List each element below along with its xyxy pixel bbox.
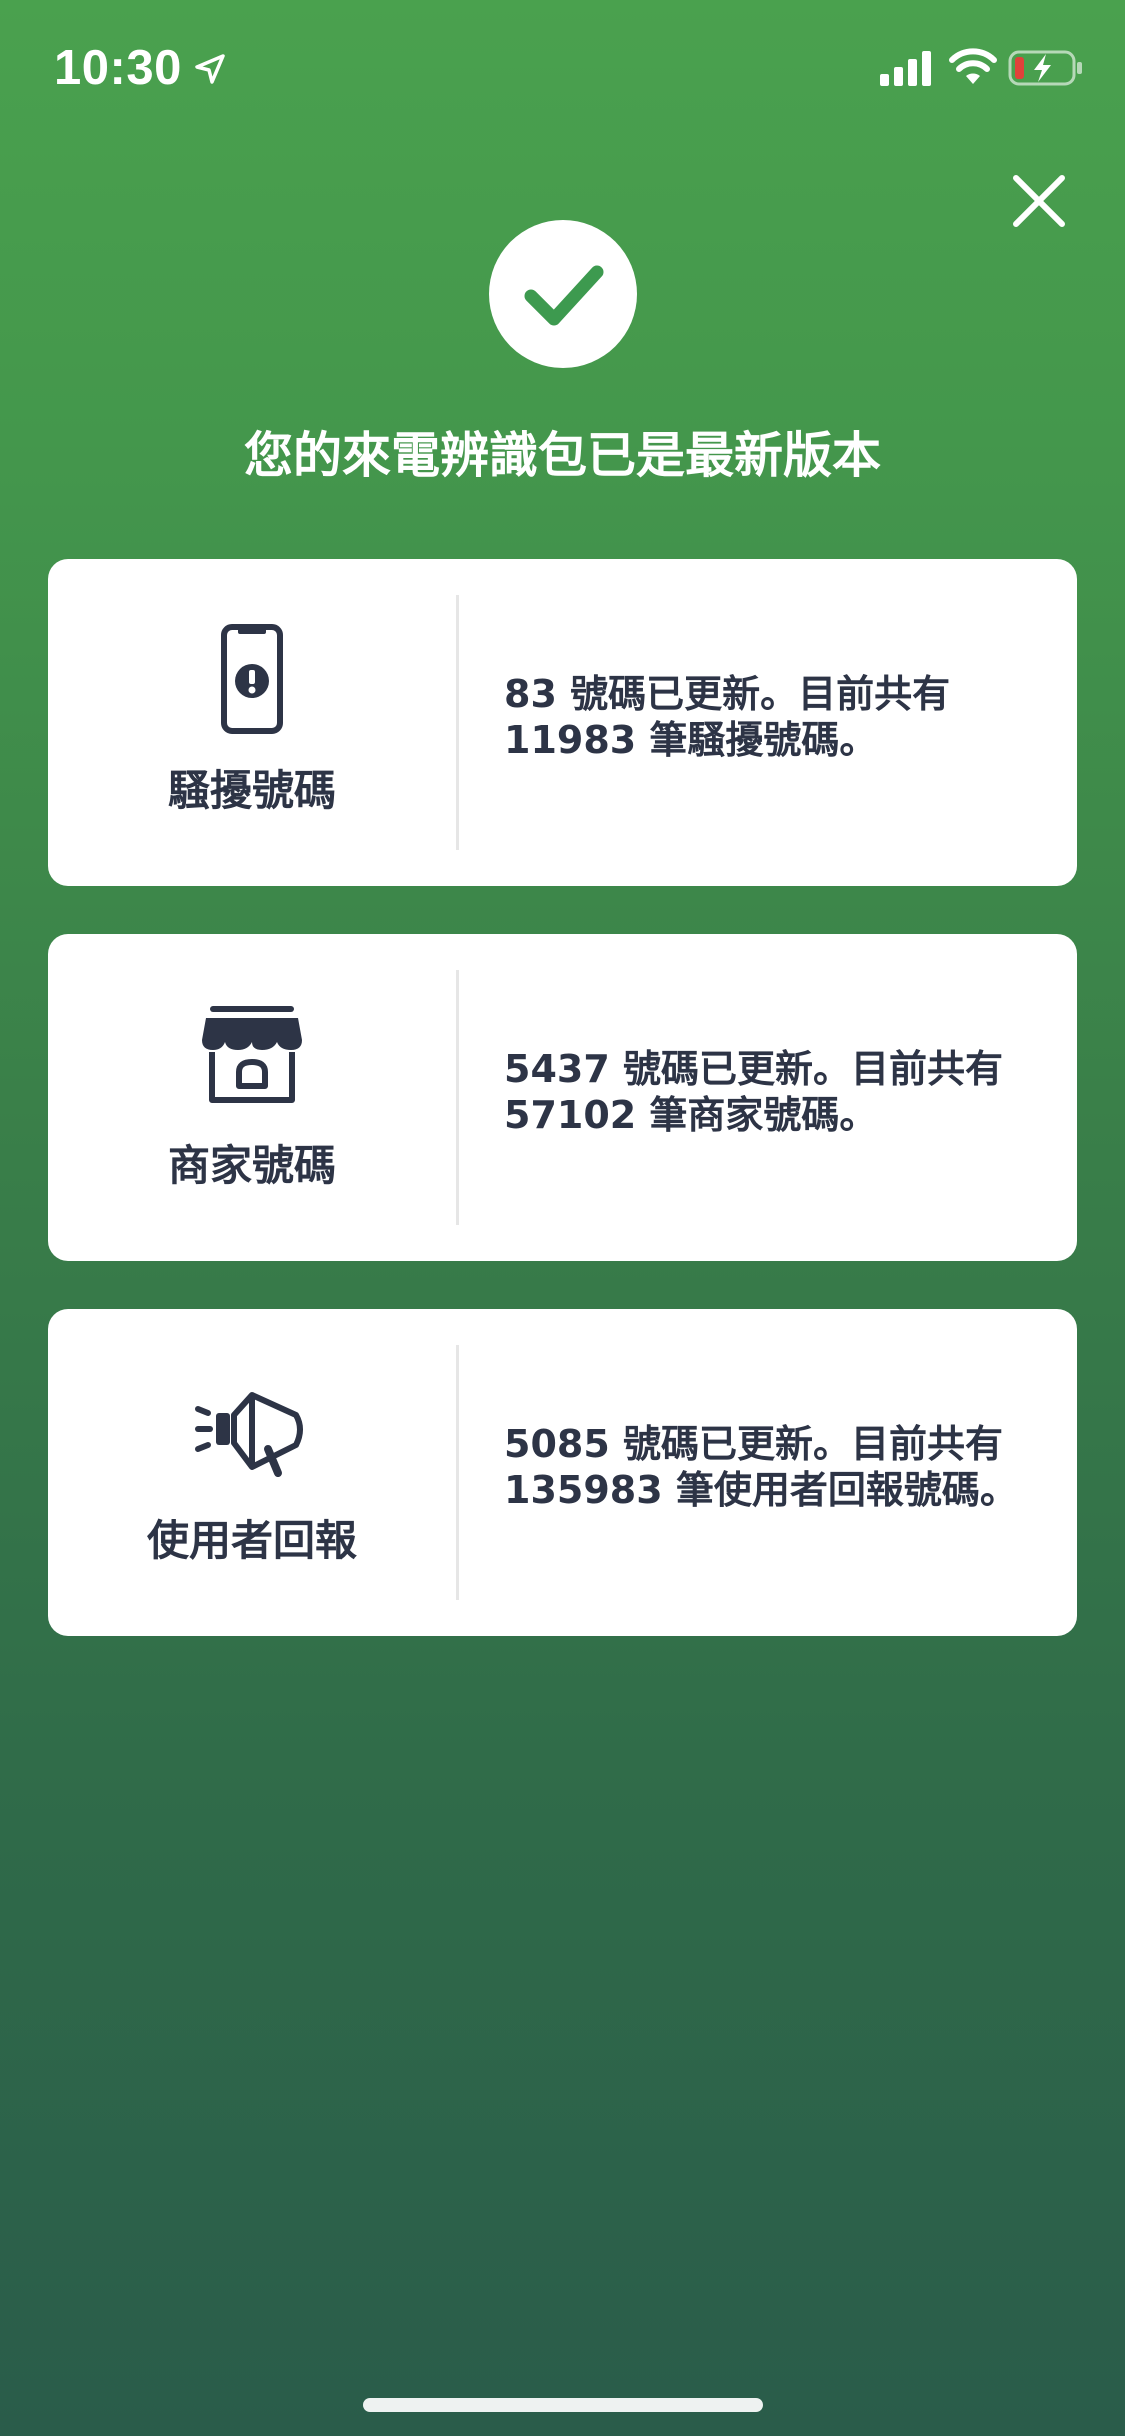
card-label: 商家號碼: [167, 1141, 336, 1190]
page-title: 您的來電辨識包已是最新版本: [243, 427, 881, 484]
card-description-line: 11983 筆騷擾號碼。: [504, 718, 878, 762]
nuisance-numbers-card: 騷擾號碼 83 號碼已更新。目前共有 11983 筆騷擾號碼。: [48, 559, 1077, 886]
location-arrow-icon: [193, 52, 227, 86]
cellular-signal-icon: [880, 50, 934, 86]
card-label: 使用者回報: [146, 1516, 357, 1565]
status-bar: 10:30: [0, 0, 1125, 132]
card-category: 使用者回報: [48, 1309, 456, 1636]
card-description: 5437 號碼已更新。目前共有 57102 筆商家號碼。: [504, 1046, 1064, 1138]
card-divider: [456, 970, 459, 1225]
card-description-line: 57102 筆商家號碼。: [504, 1093, 878, 1137]
storefront-icon: [192, 994, 312, 1114]
card-category: 騷擾號碼: [48, 559, 456, 886]
card-description-line: 83 號碼已更新。目前共有: [504, 672, 951, 716]
card-label: 騷擾號碼: [167, 766, 336, 815]
card-category: 商家號碼: [48, 934, 456, 1261]
card-description-line: 5437 號碼已更新。目前共有: [504, 1047, 1003, 1091]
success-badge: [489, 220, 637, 368]
close-button[interactable]: [1008, 170, 1070, 232]
card-description: 5085 號碼已更新。目前共有 135983 筆使用者回報號碼。: [504, 1421, 1064, 1513]
wifi-icon: [948, 48, 998, 86]
phone-alert-icon: [192, 619, 312, 739]
battery-charging-icon: [1008, 49, 1084, 87]
card-description: 83 號碼已更新。目前共有 11983 筆騷擾號碼。: [504, 671, 1064, 763]
status-time: 10:30: [54, 41, 182, 95]
close-icon: [1013, 175, 1065, 227]
checkmark-icon: [524, 265, 604, 326]
card-divider: [456, 595, 459, 850]
megaphone-icon: [192, 1369, 312, 1489]
business-numbers-card: 商家號碼 5437 號碼已更新。目前共有 57102 筆商家號碼。: [48, 934, 1077, 1261]
user-reports-card: 使用者回報 5085 號碼已更新。目前共有 135983 筆使用者回報號碼。: [48, 1309, 1077, 1636]
card-description-line: 5085 號碼已更新。目前共有: [504, 1422, 1003, 1466]
card-divider: [456, 1345, 459, 1600]
card-description-line: 135983 筆使用者回報號碼。: [504, 1468, 1018, 1512]
home-indicator[interactable]: [363, 2398, 763, 2412]
